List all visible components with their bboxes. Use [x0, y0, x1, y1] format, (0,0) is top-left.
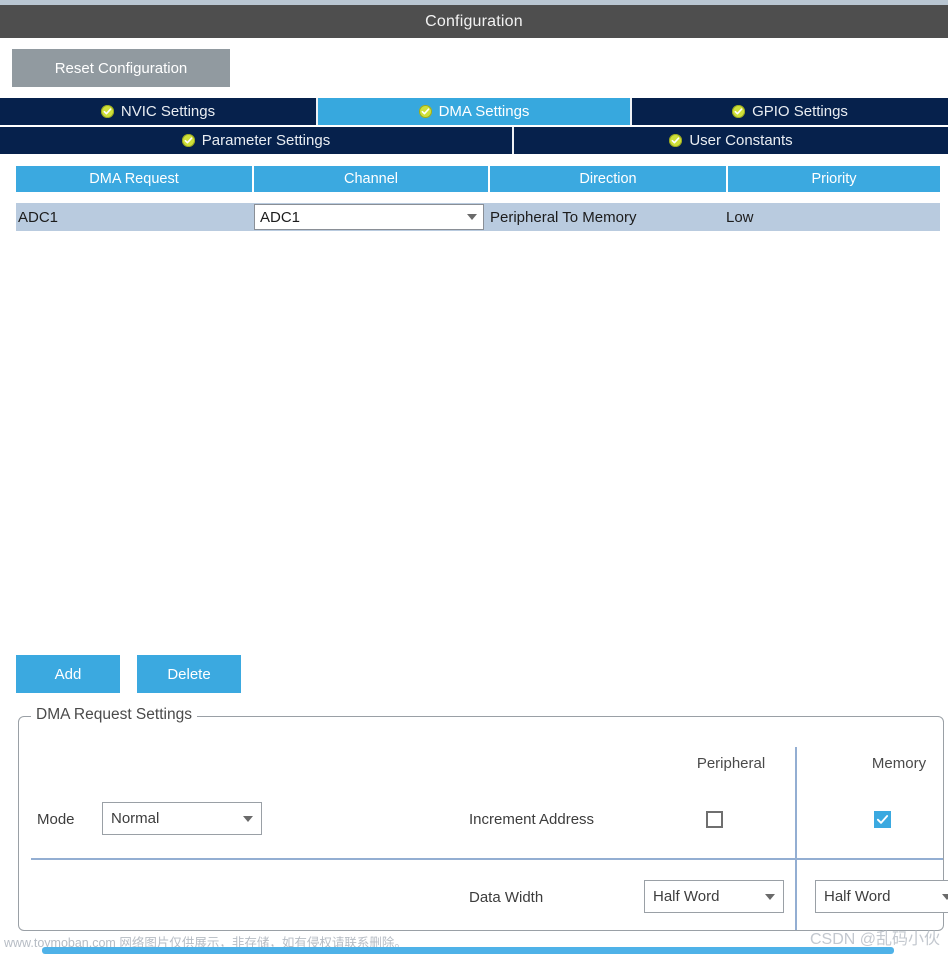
channel-select-value: ADC1: [260, 208, 301, 226]
delete-button[interactable]: Delete: [137, 655, 241, 693]
check-icon: [876, 815, 889, 824]
memory-column-header: Memory: [871, 755, 927, 772]
column-header-dma-request[interactable]: DMA Request: [16, 166, 252, 192]
tab-nvic-settings[interactable]: NVIC Settings: [0, 98, 316, 125]
data-width-peripheral-value: Half Word: [653, 888, 720, 905]
dma-request-table: DMA Request Channel Direction Priority A…: [0, 166, 948, 231]
cell-direction: Peripheral To Memory: [486, 203, 722, 231]
table-actions: Add Delete: [16, 655, 241, 693]
column-header-channel-label: Channel: [343, 171, 398, 187]
column-header-priority[interactable]: Priority: [728, 166, 940, 192]
watermark-right: CSDN @乱码小伙: [809, 931, 940, 948]
toolbar: Reset Configuration: [0, 38, 948, 98]
data-width-label: Data Width: [469, 889, 544, 906]
peripheral-column-header: Peripheral: [696, 755, 766, 772]
chevron-down-icon: [467, 214, 477, 220]
data-width-memory-value: Half Word: [824, 888, 891, 905]
cell-channel: ADC1: [252, 203, 486, 231]
chevron-down-icon: [765, 893, 775, 900]
channel-select[interactable]: ADC1: [254, 204, 484, 230]
increment-address-peripheral-checkbox[interactable]: [706, 811, 723, 828]
data-width-memory-select[interactable]: Half Word: [815, 880, 948, 913]
check-circle-icon: [732, 105, 746, 118]
column-header-channel[interactable]: Channel: [254, 166, 488, 192]
check-circle-icon: [418, 105, 432, 118]
add-button[interactable]: Add: [16, 655, 120, 693]
tab-dma-settings[interactable]: DMA Settings: [318, 98, 630, 125]
check-circle-icon: [181, 134, 195, 147]
mode-select[interactable]: Normal: [102, 802, 262, 835]
mode-label: Mode: [37, 811, 75, 828]
table-header-row: DMA Request Channel Direction Priority: [16, 166, 940, 192]
chevron-down-icon: [243, 815, 253, 822]
dma-request-settings-legend: DMA Request Settings: [31, 706, 197, 724]
data-width-peripheral-select[interactable]: Half Word: [644, 880, 784, 913]
table-row[interactable]: ADC1 ADC1 Peripheral To Memory Low: [16, 203, 940, 231]
chevron-down-icon: [942, 893, 948, 900]
dma-request-settings-group: DMA Request Settings Peripheral Memory M…: [18, 706, 948, 931]
reset-configuration-label: Reset Configuration: [54, 59, 188, 77]
tab-dma-settings-label: DMA Settings: [438, 103, 530, 120]
page-title: Configuration: [425, 12, 523, 30]
reset-configuration-button[interactable]: Reset Configuration: [12, 49, 230, 87]
increment-address-memory-checkbox[interactable]: [874, 811, 891, 828]
tab-gpio-settings-label: GPIO Settings: [752, 103, 848, 120]
watermark-bar: [42, 947, 894, 954]
delete-button-label: Delete: [167, 665, 211, 683]
tab-user-constants[interactable]: User Constants: [514, 127, 948, 154]
increment-address-label: Increment Address: [469, 811, 595, 828]
tab-bar-row-1: NVIC Settings DMA Settings GPIO Settings: [0, 98, 948, 125]
cell-priority: Low: [722, 203, 934, 231]
tab-nvic-settings-label: NVIC Settings: [120, 103, 216, 120]
cell-dma-request: ADC1: [16, 203, 252, 231]
column-header-direction[interactable]: Direction: [490, 166, 726, 192]
tab-parameter-settings-label: Parameter Settings: [201, 132, 331, 149]
column-header-priority-label: Priority: [811, 171, 857, 187]
tab-user-constants-label: User Constants: [689, 132, 793, 149]
vertical-divider: [795, 747, 797, 930]
column-header-dma-request-label: DMA Request: [89, 171, 179, 187]
tab-parameter-settings[interactable]: Parameter Settings: [0, 127, 512, 154]
horizontal-divider: [31, 858, 943, 860]
cell-dma-request-value: ADC1: [18, 208, 59, 226]
check-circle-icon: [100, 105, 114, 118]
cell-direction-value: Peripheral To Memory: [490, 208, 637, 226]
tab-gpio-settings[interactable]: GPIO Settings: [632, 98, 948, 125]
column-header-direction-label: Direction: [579, 171, 637, 187]
mode-select-value: Normal: [111, 810, 160, 827]
window-titlebar: Configuration: [0, 5, 948, 38]
tab-bar-row-2: Parameter Settings User Constants: [0, 127, 948, 154]
cell-priority-value: Low: [726, 208, 754, 226]
add-button-label: Add: [54, 665, 82, 683]
check-circle-icon: [669, 134, 683, 147]
